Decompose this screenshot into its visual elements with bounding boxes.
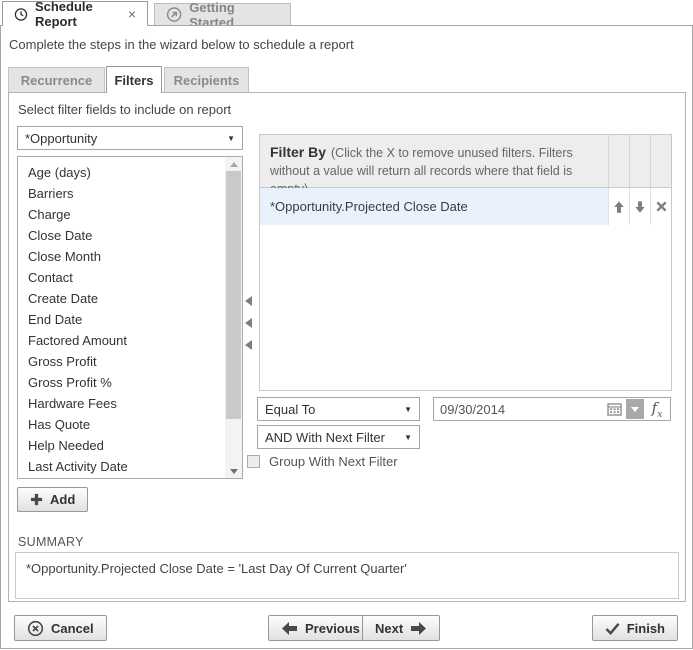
field-list-item[interactable]: Age (days) [18,162,242,183]
filter-by-header-cell [608,135,629,187]
group-checkbox[interactable] [247,455,260,468]
filter-by-header: Filter By(Click the X to remove unused f… [260,135,671,188]
add-filter-button[interactable]: Add [17,487,88,512]
field-list-item[interactable]: Help Needed [18,435,242,456]
tab-schedule-report[interactable]: Schedule Report × [2,1,148,26]
summary-text: *Opportunity.Projected Close Date = 'Las… [26,561,407,576]
filter-logic-select[interactable]: AND With Next Filter ▼ [257,425,420,449]
plus-icon [30,493,43,506]
close-tab-icon[interactable]: × [128,6,136,22]
filter-by-header-cell [650,135,671,187]
filter-by-table: Filter By(Click the X to remove unused f… [259,134,672,391]
remove-filter-button[interactable] [650,188,671,225]
panel-splitter[interactable] [245,296,252,350]
function-button[interactable]: fx [646,398,668,420]
move-filter-down-button[interactable] [629,188,650,225]
chevron-down-icon [631,407,639,412]
field-list-item[interactable]: Charge [18,204,242,225]
add-button-label: Add [50,492,75,507]
summary-box: *Opportunity.Projected Close Date = 'Las… [15,552,679,599]
arrow-left-icon [281,621,298,636]
tab-recurrence[interactable]: Recurrence [8,67,105,92]
previous-button[interactable]: Previous [268,615,373,641]
filter-by-header-cell [629,135,650,187]
cancel-circle-icon [27,620,44,637]
collapse-left-icon [245,340,252,350]
field-list-item[interactable]: Gross Profit % [18,372,242,393]
tab-schedule-report-label: Schedule Report [35,0,120,29]
cancel-button[interactable]: Cancel [14,615,107,641]
calendar-button[interactable] [604,398,624,420]
chevron-down-icon: ▼ [404,405,412,414]
filter-value-input[interactable] [434,402,604,417]
field-list-item[interactable]: Factored Amount [18,330,242,351]
tab-filters[interactable]: Filters [106,66,162,93]
calendar-icon [607,402,622,416]
chevron-down-icon: ▼ [404,433,412,442]
clock-icon [14,6,28,23]
field-list-item[interactable]: Create Date [18,288,242,309]
previous-button-label: Previous [305,621,360,636]
filter-logic-value: AND With Next Filter [265,430,400,445]
field-category-value: *Opportunity [25,131,223,146]
field-category-select[interactable]: *Opportunity ▼ [17,126,243,150]
finish-button[interactable]: Finish [592,615,678,641]
arrow-right-icon [410,621,427,636]
summary-label: SUMMARY [18,535,84,549]
scroll-down-icon[interactable] [225,464,242,478]
field-list-item[interactable]: Gross Profit [18,351,242,372]
filter-operator-select[interactable]: Equal To ▼ [257,397,420,421]
scrollbar-thumb[interactable] [226,171,241,419]
schedule-report-window: Complete the steps in the wizard below t… [0,25,693,649]
wizard-intro-text: Complete the steps in the wizard below t… [9,37,354,52]
field-list-item[interactable]: Has Quote [18,414,242,435]
select-fields-label: Select filter fields to include on repor… [18,102,231,117]
filters-panel: Select filter fields to include on repor… [8,92,686,602]
filter-value-box: fx [433,397,671,421]
move-filter-up-button[interactable] [608,188,629,225]
cancel-button-label: Cancel [51,621,94,636]
group-with-next-filter[interactable]: Group With Next Filter [247,454,398,469]
tab-recipients[interactable]: Recipients [164,67,249,92]
x-icon [656,201,667,212]
filter-by-title: Filter By [270,144,326,160]
group-checkbox-label: Group With Next Filter [269,454,398,469]
collapse-left-icon [245,296,252,306]
field-list-item[interactable]: Last Activity Date [18,456,242,477]
field-list-item[interactable]: Close Month [18,246,242,267]
check-icon [605,622,620,635]
tab-recurrence-label: Recurrence [21,73,93,88]
value-dropdown-button[interactable] [626,399,644,419]
field-list-item[interactable]: Hardware Fees [18,393,242,414]
tab-filters-label: Filters [114,73,153,88]
field-list-item[interactable]: Close Date [18,225,242,246]
field-list-item[interactable]: Barriers [18,183,242,204]
launch-icon [166,6,182,23]
tab-recipients-label: Recipients [174,73,240,88]
field-list-item[interactable]: End Date [18,309,242,330]
chevron-down-icon: ▼ [227,134,235,143]
arrow-up-icon [612,200,626,214]
finish-button-label: Finish [627,621,665,636]
field-list-scrollbar[interactable] [225,157,242,478]
filter-field-list[interactable]: Age (days)BarriersChargeClose DateClose … [17,156,243,479]
filter-row: *Opportunity.Projected Close Date [260,188,671,225]
fx-icon: fx [652,399,663,420]
arrow-down-icon [633,200,647,214]
scroll-up-icon[interactable] [225,157,242,171]
tab-getting-started[interactable]: Getting Started [154,3,291,25]
collapse-left-icon [245,318,252,328]
filter-operator-value: Equal To [265,402,400,417]
next-button[interactable]: Next [362,615,440,641]
filter-row-field[interactable]: *Opportunity.Projected Close Date [260,188,608,225]
field-list-item[interactable]: Contact [18,267,242,288]
next-button-label: Next [375,621,403,636]
